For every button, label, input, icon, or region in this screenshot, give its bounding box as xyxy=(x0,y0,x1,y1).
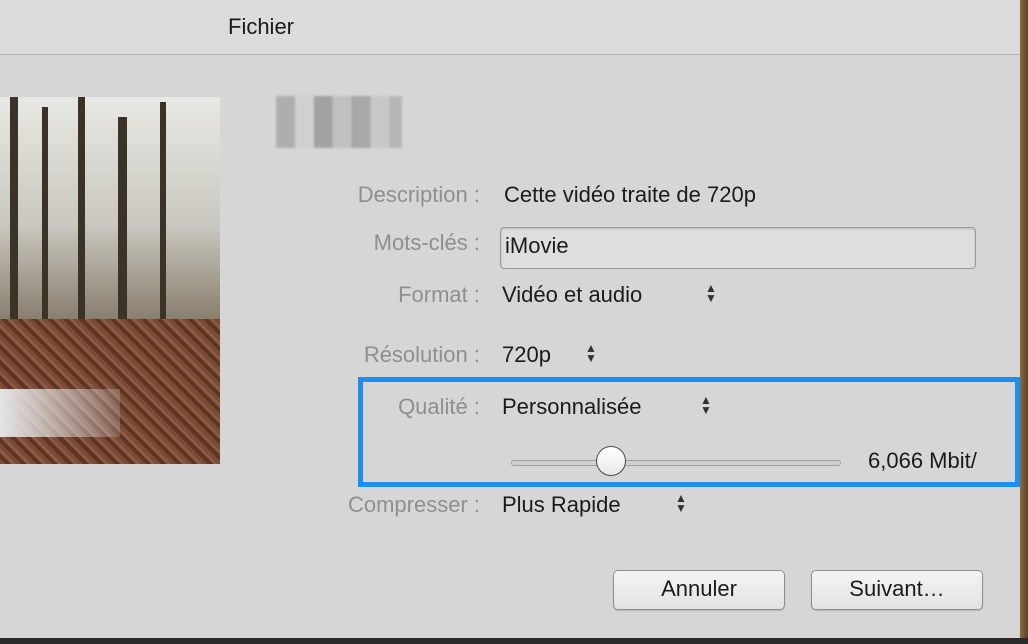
window-bottom-edge xyxy=(0,638,1028,644)
keywords-field[interactable]: iMovie xyxy=(500,227,976,269)
keywords-label: Mots-clés : xyxy=(373,230,480,255)
quality-slider-track[interactable] xyxy=(511,460,841,466)
thumbnail-tree xyxy=(10,97,18,327)
keywords-value: iMovie xyxy=(505,233,569,258)
description-label: Description : xyxy=(357,182,480,207)
video-thumbnail xyxy=(0,97,220,464)
thumbnail-overlay xyxy=(0,389,120,437)
thumbnail-tree xyxy=(160,102,166,327)
compress-stepper-icon[interactable]: ▲ ▼ xyxy=(675,492,687,519)
next-button[interactable]: Suivant… xyxy=(811,570,983,610)
quality-stepper-icon[interactable]: ▲ ▼ xyxy=(700,394,712,421)
project-name-redacted xyxy=(276,96,402,148)
quality-label: Qualité : xyxy=(398,394,480,419)
compress-popup[interactable]: Plus Rapide xyxy=(502,492,621,518)
quality-slider-knob[interactable] xyxy=(596,446,626,476)
thumbnail-tree xyxy=(118,117,127,327)
bitrate-value: 6,066 Mbit/ xyxy=(868,448,977,473)
resolution-popup[interactable]: 720p xyxy=(502,342,551,368)
resolution-stepper-icon[interactable]: ▲ ▼ xyxy=(585,342,597,369)
resolution-label: Résolution : xyxy=(363,342,480,367)
format-popup[interactable]: Vidéo et audio xyxy=(502,282,642,308)
compress-label: Compresser : xyxy=(347,492,480,517)
thumbnail-tree xyxy=(78,97,85,327)
format-stepper-icon[interactable]: ▲ ▼ xyxy=(705,282,717,309)
window-background-edge xyxy=(1020,0,1028,644)
share-dialog: Fichier Description : Cette vidéo traite… xyxy=(0,0,1020,644)
quality-popup[interactable]: Personnalisée xyxy=(502,394,641,420)
dialog-title: Fichier xyxy=(228,14,295,39)
thumbnail-tree xyxy=(42,107,48,327)
format-label: Format : xyxy=(398,282,480,307)
cancel-button[interactable]: Annuler xyxy=(613,570,785,610)
title-bar: Fichier xyxy=(0,0,1020,55)
description-value[interactable]: Cette vidéo traite de 720p xyxy=(504,182,756,208)
